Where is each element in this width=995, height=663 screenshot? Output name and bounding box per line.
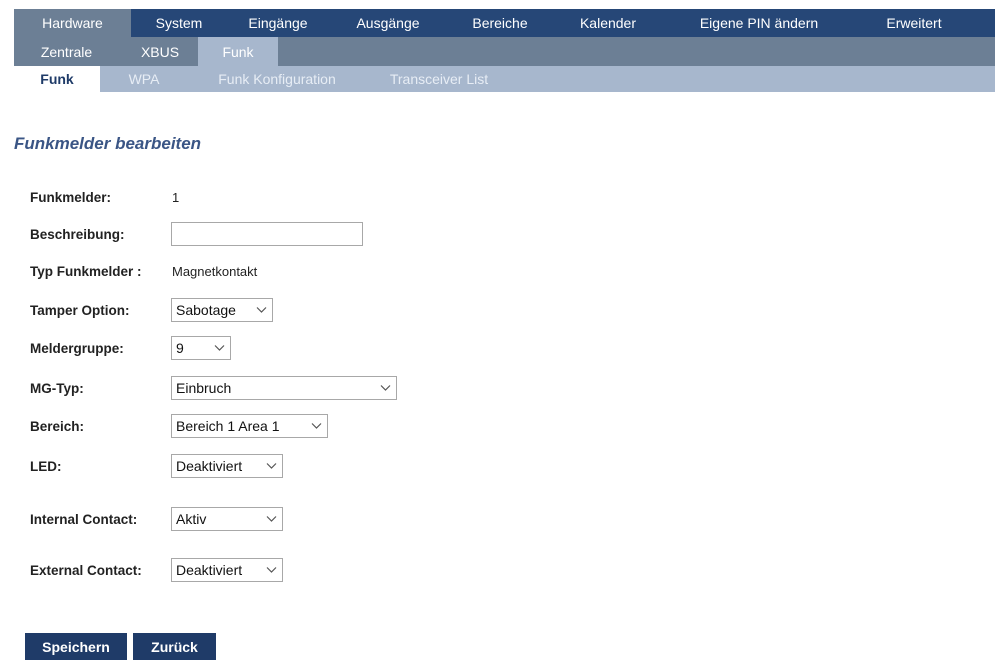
external-contact-value: Deaktiviert: [176, 562, 243, 578]
value-typ: Magnetkontakt: [172, 263, 258, 279]
label-typ: Typ Funkmelder :: [30, 263, 142, 279]
tab-erweitert[interactable]: Erweitert: [864, 9, 964, 37]
main-nav-bar: Hardware System Eingänge Ausgänge Bereic…: [14, 9, 995, 37]
sub-nav: Zentrale XBUS Funk: [0, 37, 995, 66]
chevron-down-icon: [266, 564, 277, 575]
label-beschreibung: Beschreibung:: [30, 226, 125, 242]
main-nav: Hardware System Eingänge Ausgänge Bereic…: [0, 9, 995, 37]
mgtyp-value: Einbruch: [176, 380, 232, 396]
chevron-down-icon: [311, 420, 322, 431]
tab-eingaenge[interactable]: Eingänge: [228, 9, 328, 37]
row-internal-contact: Internal Contact:: [30, 507, 172, 531]
led-value: Deaktiviert: [176, 458, 243, 474]
tab-kalender[interactable]: Kalender: [558, 9, 658, 37]
row-tamper: Tamper Option:: [30, 298, 172, 322]
page-title: Funkmelder bearbeiten: [14, 134, 202, 153]
thirdtab-wpa[interactable]: WPA: [114, 66, 174, 92]
tab-bereiche[interactable]: Bereiche: [450, 9, 550, 37]
label-tamper: Tamper Option:: [30, 302, 130, 318]
label-external-contact: External Contact:: [30, 562, 142, 578]
bereich-select[interactable]: Bereich 1 Area 1: [171, 414, 328, 438]
internal-contact-select[interactable]: Aktiv: [171, 507, 283, 531]
meldergruppe-value: 9: [176, 340, 184, 356]
tab-eigene-pin[interactable]: Eigene PIN ändern: [684, 9, 834, 37]
label-mgtyp: MG-Typ:: [30, 380, 84, 396]
tamper-select[interactable]: Sabotage: [171, 298, 273, 322]
row-mgtyp: MG-Typ:: [30, 376, 172, 400]
label-funkmelder: Funkmelder:: [30, 189, 112, 205]
chevron-down-icon: [266, 513, 277, 524]
beschreibung-input[interactable]: [171, 222, 363, 246]
subtab-xbus[interactable]: XBUS: [120, 37, 200, 66]
subtab-funk[interactable]: Funk: [198, 37, 278, 66]
chevron-down-icon: [256, 304, 267, 315]
label-internal-contact: Internal Contact:: [30, 511, 138, 527]
row-led: LED:: [30, 454, 172, 478]
internal-contact-value: Aktiv: [176, 511, 207, 527]
chevron-down-icon: [380, 382, 391, 393]
label-meldergruppe: Meldergruppe:: [30, 340, 124, 356]
sub-nav-bar: Zentrale XBUS Funk: [14, 37, 995, 66]
led-select[interactable]: Deaktiviert: [171, 454, 283, 478]
tab-ausgaenge[interactable]: Ausgänge: [338, 9, 438, 37]
tab-system[interactable]: System: [138, 9, 220, 37]
mgtyp-select[interactable]: Einbruch: [171, 376, 397, 400]
thirdtab-transceiver-list[interactable]: Transceiver List: [374, 66, 504, 92]
tab-hardware[interactable]: Hardware: [14, 9, 131, 37]
row-funkmelder: Funkmelder: 1: [30, 185, 179, 209]
value-funkmelder: 1: [172, 189, 180, 205]
row-typ: Typ Funkmelder : Magnetkontakt: [30, 259, 257, 283]
thirdtab-funk-konfiguration[interactable]: Funk Konfiguration: [202, 66, 352, 92]
chevron-down-icon: [266, 460, 277, 471]
chevron-down-icon: [214, 342, 225, 353]
third-nav-bar: Funk WPA Funk Konfiguration Transceiver …: [14, 66, 995, 92]
save-button[interactable]: Speichern: [25, 633, 127, 660]
back-button[interactable]: Zurück: [133, 633, 216, 660]
third-nav: Funk WPA Funk Konfiguration Transceiver …: [0, 66, 995, 92]
subtab-zentrale[interactable]: Zentrale: [24, 37, 109, 66]
label-bereich: Bereich:: [30, 418, 85, 434]
bereich-value: Bereich 1 Area 1: [176, 418, 280, 434]
row-external-contact: External Contact:: [30, 558, 172, 582]
external-contact-select[interactable]: Deaktiviert: [171, 558, 283, 582]
row-meldergruppe: Meldergruppe:: [30, 336, 172, 360]
row-beschreibung: Beschreibung:: [30, 222, 172, 246]
tamper-value: Sabotage: [176, 302, 236, 318]
thirdtab-funk[interactable]: Funk: [14, 66, 100, 92]
row-bereich: Bereich:: [30, 414, 172, 438]
label-led: LED:: [30, 458, 62, 474]
meldergruppe-select[interactable]: 9: [171, 336, 231, 360]
